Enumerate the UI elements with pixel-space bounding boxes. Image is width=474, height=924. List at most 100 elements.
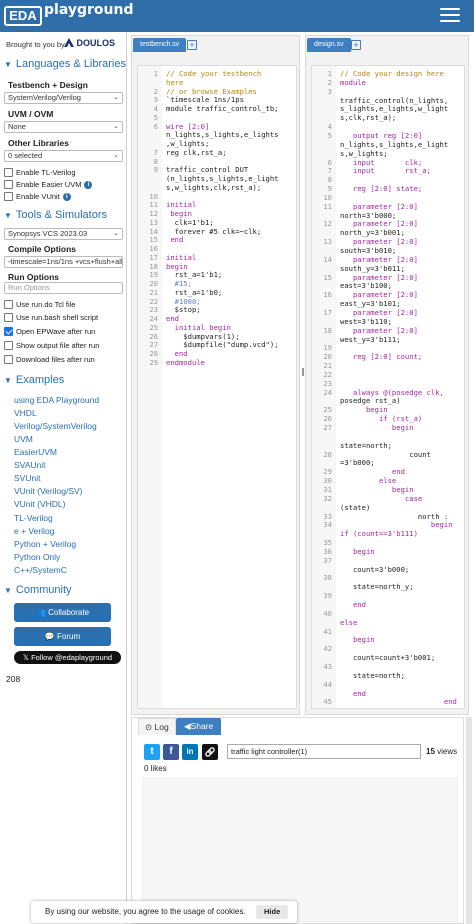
forum-button[interactable]: 💬 Forum: [14, 627, 111, 646]
code-line: north :: [340, 511, 449, 521]
example-link[interactable]: Python Only: [14, 552, 60, 562]
line-number: 10: [149, 191, 158, 201]
example-link[interactable]: SVUnit: [14, 473, 40, 483]
simulator-select[interactable]: Synopsys VCS 2023.03 ⌄: [4, 228, 123, 240]
line-number: 38: [323, 573, 332, 583]
pane-splitter-handle[interactable]: [302, 368, 304, 376]
code-line: west_y=3'b111;: [340, 334, 401, 344]
line-number: 16: [149, 244, 158, 253]
code-line: `timescale 1ns/1ps: [166, 95, 244, 105]
page-scrollbar[interactable]: [466, 717, 472, 924]
example-link[interactable]: VUnit (Verilog/SV): [14, 486, 83, 496]
linkedin-share-icon[interactable]: in: [182, 744, 198, 760]
sidebar: Brought to you by DOULOS ▼ Languages & Li…: [0, 32, 127, 924]
other-libs-select[interactable]: 0 selected ⌄: [4, 150, 123, 162]
tab-log[interactable]: ⊙ Log: [138, 718, 176, 735]
use-rundo-label: Use run.do Tcl file: [16, 300, 76, 309]
tab-design[interactable]: design.sv: [307, 38, 351, 52]
tab-testbench[interactable]: testbench.sv: [133, 38, 187, 52]
code-line: begin: [340, 546, 375, 556]
code-line: s_lights,e_lights,w_light: [340, 104, 449, 114]
chain-link-icon: [205, 747, 215, 757]
section-examples[interactable]: ▼ Examples: [4, 374, 64, 386]
logo-eda[interactable]: EDA: [4, 6, 42, 26]
link-share-icon[interactable]: [202, 744, 218, 760]
section-languages-label: Languages & Libraries: [15, 58, 126, 70]
info-icon[interactable]: i: [84, 180, 93, 189]
logo-playground[interactable]: playground: [44, 2, 133, 18]
checkbox-box[interactable]: [4, 192, 13, 201]
cookie-banner: By using our website, you agree to the u…: [31, 901, 297, 923]
code-line: initial begin: [166, 322, 231, 332]
example-link[interactable]: using EDA Playground: [14, 395, 99, 405]
collapse-triangle-icon: ▼: [4, 376, 12, 385]
section-tools[interactable]: ▼ Tools & Simulators: [4, 209, 107, 221]
code-line: east=3'b100;: [340, 281, 392, 291]
line-number: 4: [327, 122, 332, 132]
tb-design-select[interactable]: SystemVerilog/Verilog ⌄: [4, 92, 123, 104]
line-number: 9: [327, 184, 332, 194]
line-number: 13: [149, 217, 158, 227]
checkbox-box[interactable]: [4, 300, 13, 309]
code-line: else: [340, 476, 397, 486]
doulos-logo[interactable]: DOULOS: [64, 38, 115, 48]
example-link[interactable]: EasierUVM: [14, 447, 57, 457]
section-languages[interactable]: ▼ Languages & Libraries: [4, 58, 126, 70]
line-number: 2: [327, 77, 332, 87]
example-link[interactable]: Verilog/SystemVerilog: [14, 421, 97, 431]
line-number: 30: [323, 476, 332, 486]
compile-options-input[interactable]: -timescale=1ns/1ns +vcs+flush+all: [4, 256, 123, 268]
run-options-input[interactable]: Run Options: [4, 282, 123, 294]
example-link[interactable]: VHDL: [14, 408, 37, 418]
code-line: rst_a=1'b0;: [166, 287, 223, 297]
forum-label: Forum: [57, 632, 81, 641]
checkbox-box[interactable]: [4, 355, 13, 364]
line-number: 8: [153, 156, 158, 166]
checkbox-box[interactable]: [4, 341, 13, 350]
checkbox-box-checked[interactable]: [4, 327, 13, 336]
enable-tl-verilog-checkbox[interactable]: Enable TL-Verilog: [4, 168, 75, 177]
testbench-editor[interactable]: 1 // Code your testbench here 2 // or browse…: [137, 65, 297, 709]
hamburger-menu-icon[interactable]: [440, 8, 460, 24]
follow-x-button[interactable]: 𝕏 Follow @edaplayground: [14, 651, 121, 664]
facebook-share-icon[interactable]: f: [163, 744, 179, 760]
enable-easier-label: Enable Easier UVM: [16, 180, 82, 189]
example-link[interactable]: C++/SystemC: [14, 565, 67, 575]
share-tab-label: Share: [190, 721, 214, 731]
section-community[interactable]: ▼ Community: [4, 584, 72, 596]
log-tab-label: Log: [154, 722, 169, 732]
chevron-down-icon: ⌄: [113, 94, 119, 101]
compile-options-label: Compile Options: [8, 244, 76, 254]
show-output-checkbox[interactable]: Show output file after run: [4, 341, 99, 350]
checkbox-box[interactable]: [4, 313, 13, 322]
info-icon[interactable]: i: [62, 192, 71, 201]
collaborate-button[interactable]: 👥 Collaborate: [14, 603, 111, 622]
other-libs-label: Other Libraries: [8, 138, 69, 148]
checkbox-box[interactable]: [4, 168, 13, 177]
use-runbash-checkbox[interactable]: Use run.bash shell script: [4, 313, 98, 322]
download-files-checkbox[interactable]: Download files after run: [4, 355, 95, 364]
views-label: views: [437, 747, 458, 756]
example-link[interactable]: VUnit (VHDL): [14, 499, 65, 509]
line-number: 13: [323, 237, 332, 247]
cookie-hide-button[interactable]: Hide: [256, 905, 289, 919]
uvm-select[interactable]: None ⌄: [4, 121, 123, 133]
enable-vunit-checkbox[interactable]: Enable VUnit i: [4, 192, 71, 201]
share-title-input[interactable]: traffic light controller(1): [227, 744, 421, 759]
tab-share[interactable]: ◀Share: [176, 718, 222, 735]
code-line: reg [2:0] state;: [340, 184, 423, 194]
line-number: 27: [149, 340, 158, 350]
enable-easier-uvm-checkbox[interactable]: Enable Easier UVM i: [4, 180, 93, 189]
example-link[interactable]: SVAUnit: [14, 460, 46, 470]
add-file-icon[interactable]: +: [351, 40, 361, 50]
example-link[interactable]: e + Verilog: [14, 526, 54, 536]
example-link[interactable]: UVM: [14, 434, 33, 444]
use-rundo-checkbox[interactable]: Use run.do Tcl file: [4, 300, 75, 309]
design-editor[interactable]: 1 // Code your design here 2 module 3 traffic…: [311, 65, 465, 709]
example-link[interactable]: Python + Verilog: [14, 539, 76, 549]
open-epwave-checkbox[interactable]: Open EPWave after run: [4, 327, 95, 336]
add-file-icon[interactable]: +: [187, 40, 197, 50]
example-link[interactable]: TL-Verilog: [14, 513, 53, 523]
checkbox-box[interactable]: [4, 180, 13, 189]
twitter-share-icon[interactable]: t: [144, 744, 160, 760]
